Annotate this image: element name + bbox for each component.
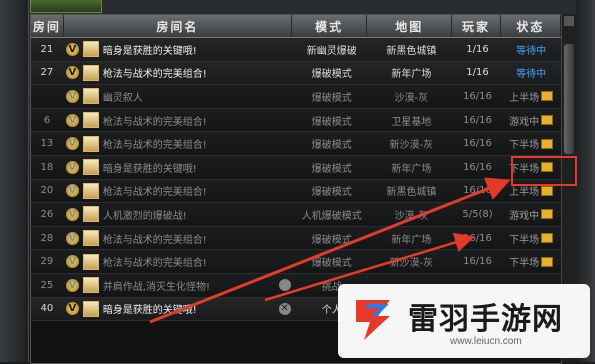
watermark: 雷羽手游网 www.leiucn.com <box>338 284 590 358</box>
watermark-url: www.leiucn.com <box>450 336 522 347</box>
leiyu-logo-icon <box>356 300 390 340</box>
watermark-title: 雷羽手游网 <box>408 302 563 337</box>
